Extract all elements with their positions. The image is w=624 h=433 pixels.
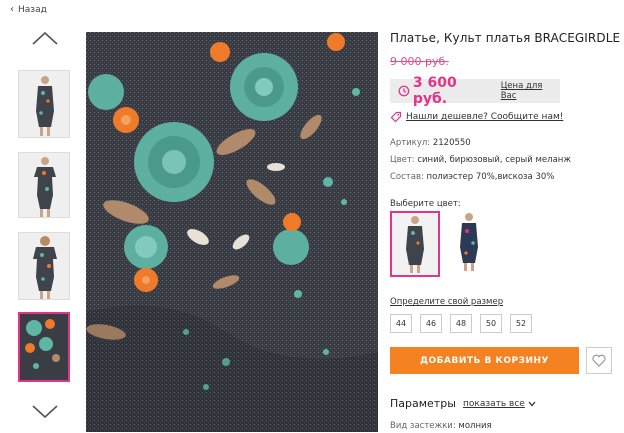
old-price: 9 000 руб. <box>390 55 449 68</box>
arrow-up-icon[interactable] <box>30 30 60 46</box>
size-option[interactable]: 44 <box>390 314 412 333</box>
clock-icon <box>398 85 410 97</box>
dress-photo-side <box>19 153 69 217</box>
spec-composition: Состав: полиэстер 70%,вискоза 30% <box>390 172 554 182</box>
size-guide-link[interactable]: Определите свой размер <box>390 297 503 307</box>
product-title: Платье, Культ платья BRACEGIRDLE <box>390 31 621 45</box>
chevron-left-icon: ‹ <box>10 4 14 15</box>
current-price: 3 600 руб. <box>412 75 457 107</box>
fabric-pattern-image <box>86 32 378 432</box>
dress-swatch-image <box>392 213 438 275</box>
back-label: Назад <box>18 4 47 15</box>
thumbnail-3[interactable] <box>18 232 70 300</box>
color-swatch-alt[interactable] <box>446 211 496 277</box>
spec-clasp: Вид застежки: молния <box>390 421 492 431</box>
add-to-cart-button[interactable]: ДОБАВИТЬ В КОРЗИНУ <box>390 347 579 374</box>
fabric-closeup-thumbnail <box>20 314 68 380</box>
dress-swatch-image <box>446 211 492 273</box>
heart-icon <box>592 354 606 367</box>
size-option[interactable]: 46 <box>420 314 442 333</box>
choose-color-label: Выберите цвет: <box>390 199 461 209</box>
size-option[interactable]: 52 <box>510 314 532 333</box>
spec-article: Артикул: 2120550 <box>390 138 471 148</box>
spec-label: Вид застежки: <box>390 421 456 431</box>
thumbnail-4-active[interactable] <box>18 312 70 382</box>
spec-label: Состав: <box>390 172 424 182</box>
price-for-you-link[interactable]: Цена для Вас <box>501 81 560 101</box>
back-link[interactable]: ‹ Назад <box>10 4 47 15</box>
size-option[interactable]: 48 <box>450 314 472 333</box>
spec-label: Артикул: <box>390 138 431 148</box>
spec-value: полиэстер 70%,вискоза 30% <box>426 172 555 182</box>
spec-value: молния <box>458 421 492 431</box>
parameters-heading: Параметры <box>390 397 456 410</box>
found-cheaper-label: Нашли дешевле? Сообщите нам! <box>406 112 564 122</box>
dress-photo-front <box>19 71 69 137</box>
spec-label: Цвет: <box>390 155 415 165</box>
main-product-image[interactable] <box>86 32 378 432</box>
favorite-button[interactable] <box>586 347 612 374</box>
thumbnail-2[interactable] <box>18 152 70 218</box>
price-box: 3 600 руб. Цена для Вас <box>390 75 560 107</box>
thumbnail-1[interactable] <box>18 70 70 138</box>
tag-icon <box>390 111 402 123</box>
show-all-label: показать все <box>463 399 525 409</box>
spec-value: 2120550 <box>432 138 471 148</box>
found-cheaper-link[interactable]: Нашли дешевле? Сообщите нам! <box>390 111 563 123</box>
spec-value: синий, бирюзовый, серый меланж <box>417 155 571 165</box>
spec-color: Цвет: синий, бирюзовый, серый меланж <box>390 155 571 165</box>
color-swatch-selected[interactable] <box>390 211 440 277</box>
size-option[interactable]: 50 <box>480 314 502 333</box>
dress-photo-back <box>19 233 69 299</box>
chevron-down-icon <box>528 401 536 407</box>
arrow-down-icon[interactable] <box>30 404 60 420</box>
show-all-toggle[interactable]: показать все <box>463 399 536 409</box>
